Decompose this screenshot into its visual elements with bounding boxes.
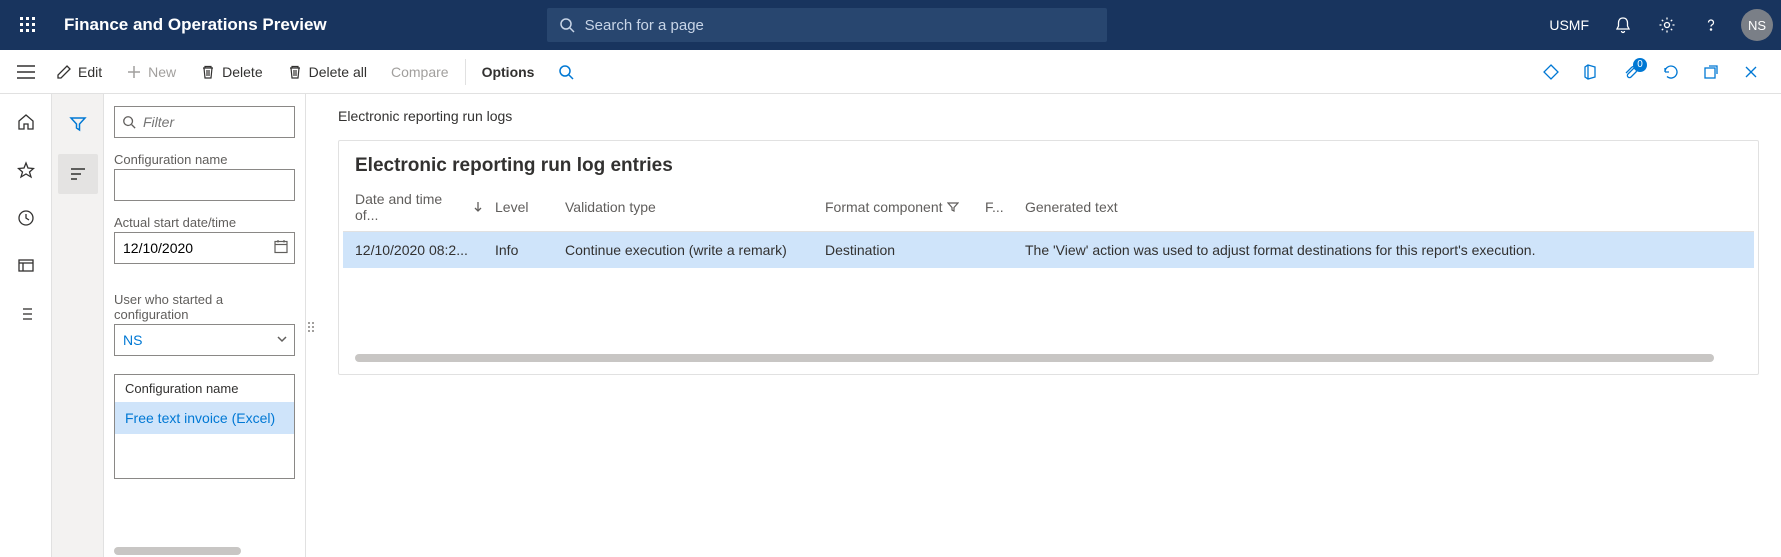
config-list-item[interactable]: Free text invoice (Excel) (115, 402, 294, 434)
delete-label: Delete (222, 64, 262, 80)
user-label: User who started a configuration (114, 292, 295, 322)
col-f[interactable]: F... (985, 191, 1025, 223)
company-selector[interactable]: USMF (1549, 17, 1589, 33)
search-action-button[interactable] (546, 50, 592, 94)
search-icon (122, 115, 136, 129)
cell-generated-text: The 'View' action was used to adjust for… (1025, 242, 1742, 258)
nav-home-icon[interactable] (6, 102, 46, 142)
config-list-header: Configuration name (115, 375, 294, 402)
edit-button[interactable]: Edit (44, 50, 114, 94)
office-icon[interactable] (1573, 54, 1609, 90)
hamburger-icon[interactable] (8, 54, 44, 90)
filter-search-input[interactable] (114, 106, 295, 138)
close-icon[interactable] (1733, 54, 1769, 90)
search-icon (558, 64, 574, 80)
app-header: Finance and Operations Preview USMF NS (0, 0, 1781, 50)
grid-header: Date and time of... Level Validation typ… (343, 183, 1754, 232)
config-list: Configuration name Free text invoice (Ex… (114, 374, 295, 479)
plus-icon (126, 64, 142, 80)
filter-panel: Configuration name Actual start date/tim… (104, 94, 306, 557)
cell-level: Info (495, 242, 565, 258)
trash-icon (287, 64, 303, 80)
table-row[interactable]: 12/10/2020 08:2... Info Continue executi… (343, 232, 1754, 268)
page-title: Electronic reporting run logs (338, 108, 1759, 124)
actual-start-label: Actual start date/time (114, 215, 295, 230)
separator (465, 59, 466, 85)
diamond-icon[interactable] (1533, 54, 1569, 90)
body-layout: Configuration name Actual start date/tim… (0, 94, 1781, 557)
user-value: NS (123, 332, 142, 348)
refresh-icon[interactable] (1653, 54, 1689, 90)
log-grid: Date and time of... Level Validation typ… (339, 183, 1758, 374)
delete-all-button[interactable]: Delete all (275, 50, 379, 94)
attachment-badge: 0 (1633, 58, 1647, 72)
popout-icon[interactable] (1693, 54, 1729, 90)
new-label: New (148, 64, 176, 80)
header-right: USMF NS (1549, 5, 1773, 45)
search-box[interactable] (547, 8, 1107, 42)
nav-modules-icon[interactable] (6, 294, 46, 334)
log-card: Electronic reporting run log entries Dat… (338, 140, 1759, 375)
config-name-label: Configuration name (114, 152, 295, 167)
edit-icon (56, 64, 72, 80)
col-generated-text[interactable]: Generated text (1025, 191, 1742, 223)
nav-favorites-icon[interactable] (6, 150, 46, 190)
attachments-icon[interactable]: 0 (1613, 54, 1649, 90)
cell-validation: Continue execution (write a remark) (565, 242, 825, 258)
filter-icon (947, 201, 959, 213)
notifications-icon[interactable] (1603, 5, 1643, 45)
col-validation[interactable]: Validation type (565, 191, 825, 223)
options-label: Options (482, 64, 535, 80)
trash-icon (200, 64, 216, 80)
options-button[interactable]: Options (470, 50, 547, 94)
compare-label: Compare (391, 64, 449, 80)
chevron-down-icon (276, 332, 288, 348)
settings-icon[interactable] (1647, 5, 1687, 45)
search-input[interactable] (585, 17, 1095, 34)
cell-datetime: 12/10/2020 08:2... (355, 242, 495, 258)
panel-scrollbar[interactable] (114, 547, 295, 557)
nav-workspaces-icon[interactable] (6, 246, 46, 286)
sort-desc-icon (473, 201, 483, 213)
delete-button[interactable]: Delete (188, 50, 274, 94)
cell-format-component: Destination (825, 242, 985, 258)
user-avatar[interactable]: NS (1741, 9, 1773, 41)
col-level[interactable]: Level (495, 191, 565, 223)
panel-resize-handle[interactable] (306, 94, 316, 557)
nav-rail (0, 94, 52, 557)
col-format-component[interactable]: Format component (825, 191, 985, 223)
config-name-input[interactable] (114, 169, 295, 201)
delete-all-label: Delete all (309, 64, 367, 80)
calendar-icon[interactable] (273, 239, 289, 258)
grid-scrollbar[interactable] (355, 354, 1742, 364)
compare-button[interactable]: Compare (379, 50, 461, 94)
new-button[interactable]: New (114, 50, 188, 94)
filter-funnel-icon[interactable] (58, 104, 98, 144)
edit-label: Edit (78, 64, 102, 80)
search-icon (559, 17, 575, 33)
user-select[interactable]: NS (114, 324, 295, 356)
col-datetime[interactable]: Date and time of... (355, 191, 495, 223)
actual-start-input[interactable] (114, 232, 295, 264)
nav-recent-icon[interactable] (6, 198, 46, 238)
main-content: Electronic reporting run logs Electronic… (316, 94, 1781, 557)
filter-rail (52, 94, 104, 557)
app-launcher-icon[interactable] (8, 5, 48, 45)
card-title: Electronic reporting run log entries (339, 141, 1758, 183)
action-bar: Edit New Delete Delete all Compare Optio… (0, 50, 1781, 94)
filter-sort-icon[interactable] (58, 154, 98, 194)
help-icon[interactable] (1691, 5, 1731, 45)
app-title[interactable]: Finance and Operations Preview (64, 15, 327, 35)
